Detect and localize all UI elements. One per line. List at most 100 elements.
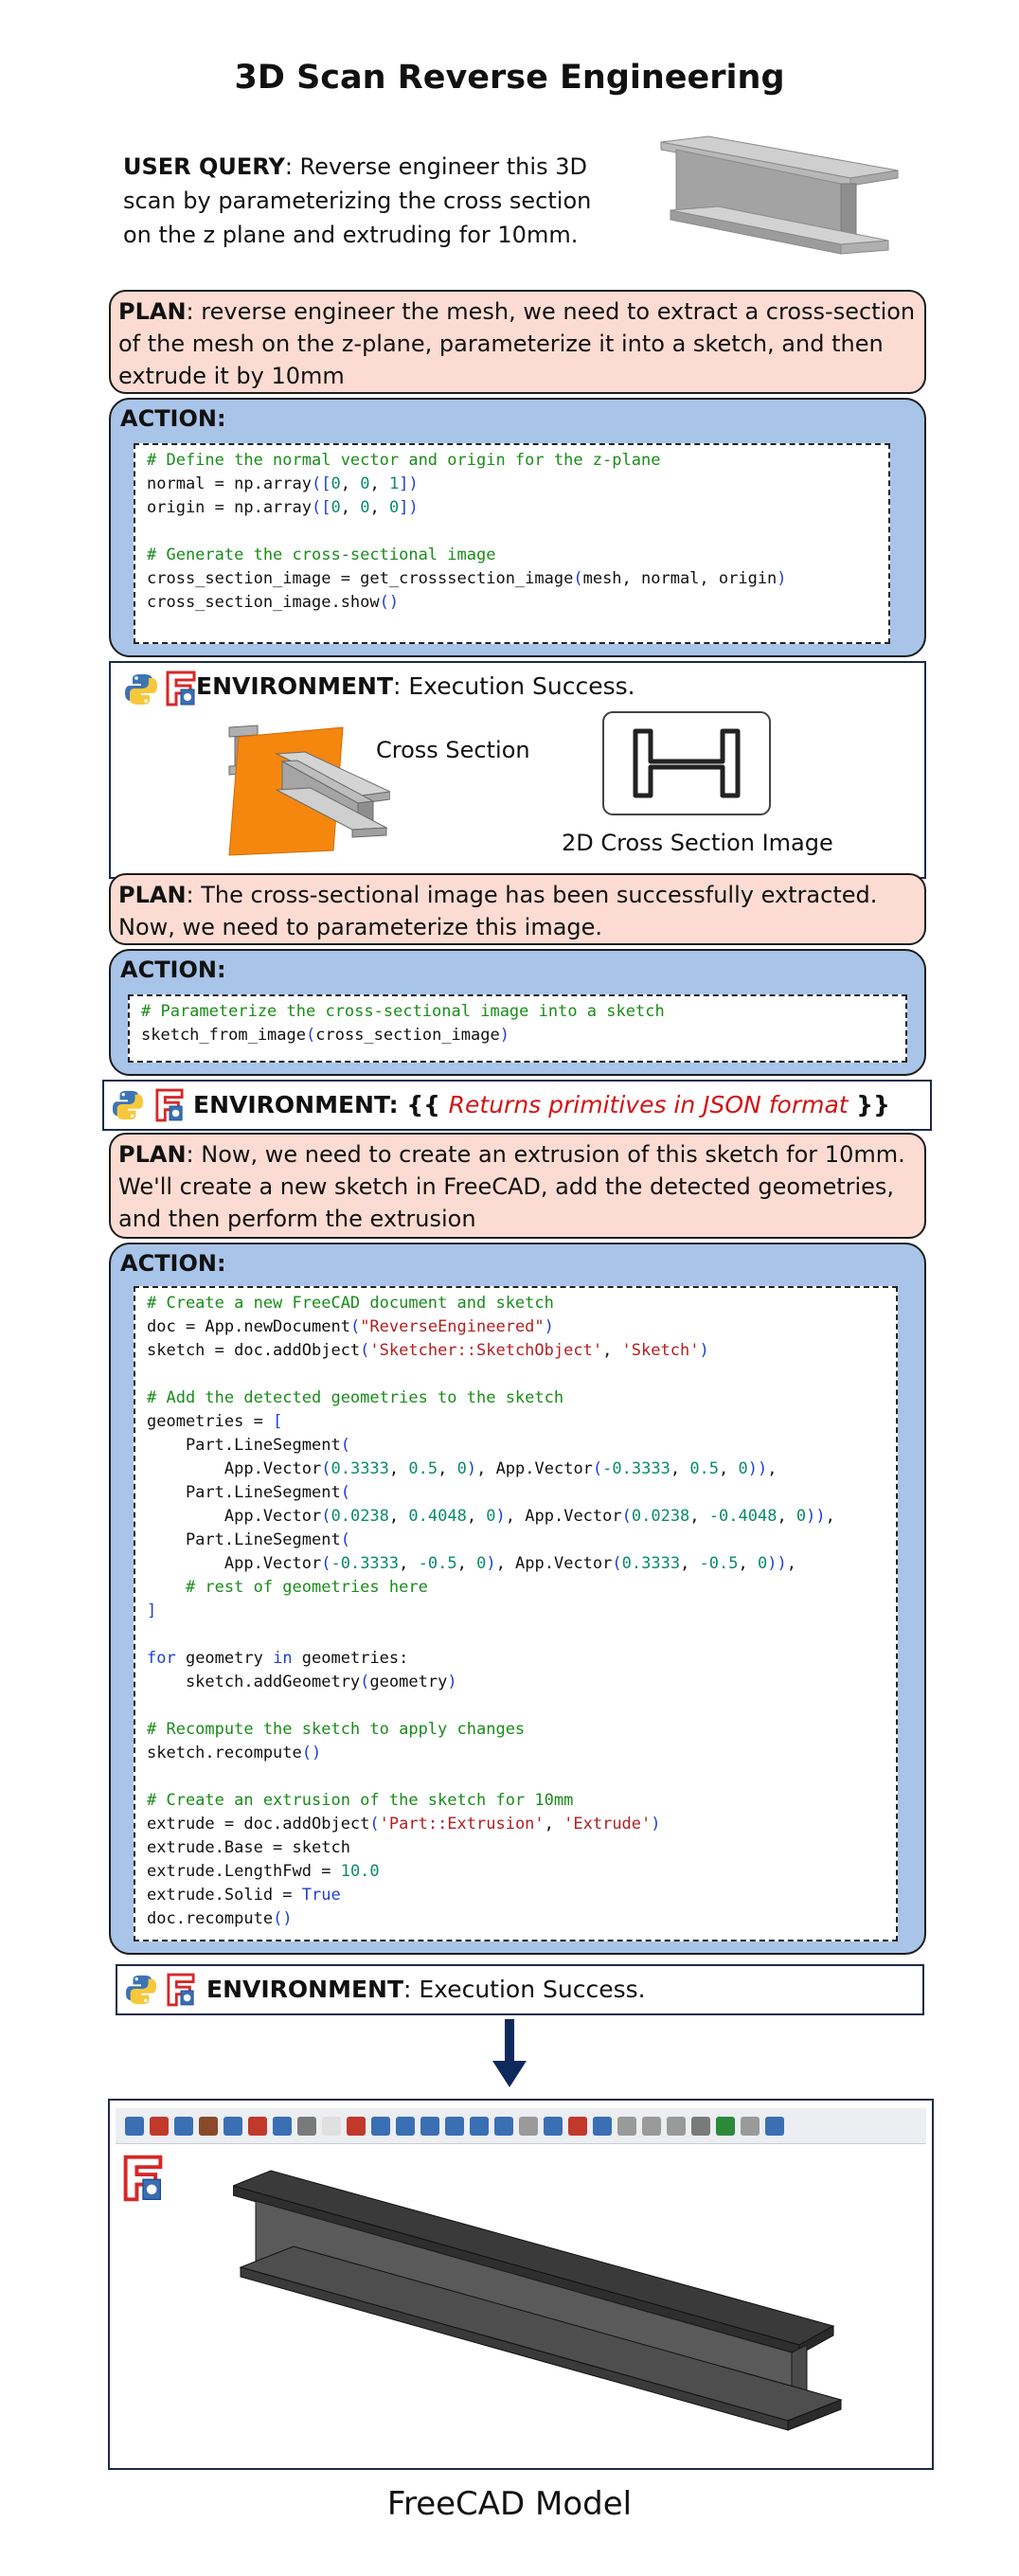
toolbar-button-icon[interactable] [248, 2116, 267, 2136]
environment-suffix: }} [848, 1091, 890, 1118]
action-label: ACTION: [120, 405, 226, 432]
python-icon [125, 1975, 157, 2005]
cross-section-image-label: 2D Cross Section Image [562, 830, 833, 856]
code-line: extrude = doc.addObject('Part::Extrusion… [147, 1815, 661, 1834]
toolbar-button-icon[interactable] [716, 2116, 735, 2136]
code-line: sketch_from_image(cross_section_image) [141, 1026, 510, 1045]
code-line: normal = np.array([0, 0, 1]) [147, 474, 419, 493]
code-line: cross_section_image.show() [147, 593, 400, 612]
toolbar-button-icon[interactable] [223, 2116, 242, 2136]
toolbar-button-icon[interactable] [297, 2116, 316, 2136]
toolbar-button-icon[interactable] [396, 2116, 415, 2136]
code-line: extrude.Solid = True [147, 1886, 341, 1905]
ibeam-scan-image [660, 135, 899, 255]
plan-text: : Now, we need to create an extrusion of… [118, 1141, 905, 1232]
action-label: ACTION: [120, 957, 226, 983]
plan-text: : reverse engineer the mesh, we need to … [118, 298, 916, 389]
environment-label: ENVIRONMENT [206, 1976, 404, 2003]
page-title: 3D Scan Reverse Engineering [234, 59, 785, 97]
code-line: Part.LineSegment( [147, 1530, 350, 1549]
environment-status: ENVIRONMENT: Execution Success. [196, 672, 635, 700]
environment-returns: Returns primitives in JSON format [448, 1091, 849, 1118]
toolbar-button-icon[interactable] [617, 2116, 636, 2136]
user-query: USER QUERY: Reverse engineer this 3D sca… [123, 150, 620, 252]
toolbar-button-icon[interactable] [150, 2116, 169, 2136]
toolbar-button-icon[interactable] [691, 2116, 710, 2136]
toolbar-button-icon[interactable] [765, 2116, 784, 2136]
code-block-1: # Define the normal vector and origin fo… [134, 443, 890, 644]
code-line: cross_section_image = get_crosssection_i… [147, 569, 787, 588]
plan-label: PLAN [118, 1141, 187, 1168]
code-line: doc.recompute() [147, 1909, 293, 1928]
cross-section-illustration [228, 724, 390, 856]
toolbar-button-icon[interactable] [199, 2116, 218, 2136]
plan-box-1: PLAN: reverse engineer the mesh, we need… [109, 290, 926, 394]
environment-box-2: ENVIRONMENT: {{ Returns primitives in JS… [102, 1080, 932, 1131]
toolbar-button-icon[interactable] [347, 2116, 366, 2136]
action-label: ACTION: [120, 1250, 226, 1277]
code-line: App.Vector(0.0238, 0.4048, 0), App.Vecto… [147, 1507, 835, 1526]
code-line: ] [147, 1601, 157, 1620]
code-line: doc = App.newDocument("ReverseEngineered… [147, 1317, 554, 1336]
code-line: extrude.Base = sketch [147, 1838, 350, 1857]
environment-status: ENVIRONMENT: {{ Returns primitives in JS… [193, 1091, 890, 1118]
toolbar-button-icon[interactable] [642, 2116, 661, 2136]
code-line: App.Vector(-0.3333, -0.5, 0), App.Vector… [147, 1554, 796, 1573]
toolbar-button-icon[interactable] [322, 2116, 341, 2136]
toolbar-button-icon[interactable] [420, 2116, 439, 2136]
code-line: sketch.addGeometry(geometry) [147, 1673, 457, 1691]
code-block-3: # Create a new FreeCAD document and sket… [134, 1286, 898, 1941]
toolbar-button-icon[interactable] [371, 2116, 390, 2136]
toolbar-button-icon[interactable] [593, 2116, 612, 2136]
toolbar-button-icon[interactable] [273, 2116, 292, 2136]
environment-text: : Execution Success. [393, 672, 635, 700]
freecad-icon [167, 1973, 195, 2007]
toolbar-button-icon[interactable] [494, 2116, 513, 2136]
toolbar-button-icon[interactable] [125, 2116, 144, 2136]
ibeam-model-3d-view[interactable] [233, 2167, 858, 2460]
toolbar-button-icon[interactable] [667, 2116, 686, 2136]
environment-box-1: ENVIRONMENT: Execution Success. Cross Se… [109, 661, 926, 879]
python-icon [125, 674, 157, 705]
code-block-2: # Parameterize the cross-sectional image… [128, 994, 907, 1063]
code-line: # rest of geometries here [185, 1578, 428, 1597]
toolbar-button-icon[interactable] [174, 2116, 193, 2136]
code-line: origin = np.array([0, 0, 0]) [147, 498, 419, 517]
code-line: geometries = [ [147, 1412, 283, 1431]
cross-section-label: Cross Section [376, 737, 530, 763]
toolbar-button-icon[interactable] [445, 2116, 464, 2136]
toolbar-button-icon[interactable] [519, 2116, 538, 2136]
python-icon [112, 1090, 144, 1120]
code-line: # Recompute the sketch to apply changes [147, 1720, 526, 1739]
code-line: Part.LineSegment( [147, 1483, 350, 1502]
code-line: sketch.recompute() [147, 1744, 322, 1762]
code-line: # Create an extrusion of the sketch for … [147, 1791, 574, 1810]
code-line: # Create a new FreeCAD document and sket… [147, 1294, 554, 1313]
action-box-3: ACTION: # Create a new FreeCAD document … [109, 1243, 926, 1955]
action-box-2: ACTION: # Parameterize the cross-section… [109, 949, 926, 1076]
environment-status: ENVIRONMENT: Execution Success. [206, 1976, 646, 2003]
toolbar-button-icon[interactable] [470, 2116, 489, 2136]
code-line: # Generate the cross-sectional image [147, 546, 496, 564]
plan-text: : The cross-sectional image has been suc… [118, 882, 878, 940]
cross-section-2d-image [602, 711, 771, 815]
code-line: # Define the normal vector and origin fo… [147, 451, 661, 470]
freecad-logo-icon [123, 2155, 163, 2202]
freecad-icon [166, 671, 196, 707]
freecad-toolbar[interactable] [116, 2108, 926, 2144]
plan-box-2: PLAN: The cross-sectional image has been… [109, 873, 926, 945]
code-line: App.Vector(0.3333, 0.5, 0), App.Vector(-… [147, 1459, 778, 1478]
environment-prefix: : {{ [388, 1091, 449, 1118]
toolbar-button-icon[interactable] [568, 2116, 587, 2136]
environment-text: : Execution Success. [403, 1976, 646, 2003]
code-line: Part.LineSegment( [147, 1436, 350, 1455]
toolbar-button-icon[interactable] [741, 2116, 760, 2136]
environment-label: ENVIRONMENT [196, 672, 394, 700]
code-line: # Add the detected geometries to the ske… [147, 1388, 564, 1407]
code-line: for geometry in geometries: [147, 1649, 409, 1668]
toolbar-button-icon[interactable] [544, 2116, 563, 2136]
